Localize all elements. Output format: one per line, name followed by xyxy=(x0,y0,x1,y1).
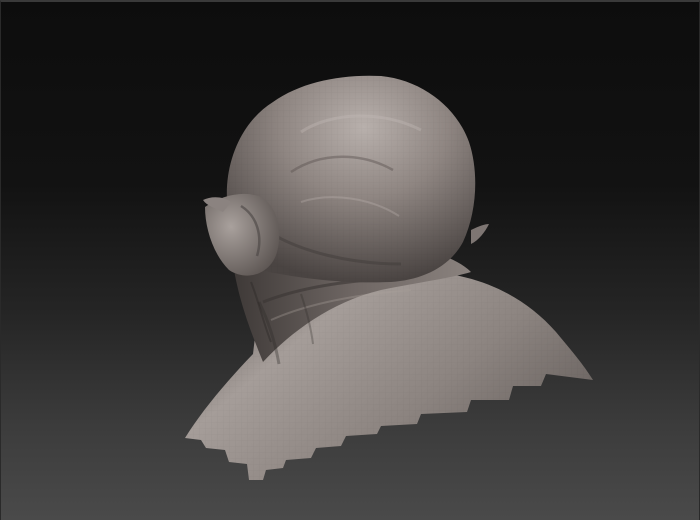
sculpt-horn-right xyxy=(471,224,489,244)
sculpt-viewport[interactable] xyxy=(0,0,700,520)
sculpt-canvas[interactable] xyxy=(1,2,700,520)
